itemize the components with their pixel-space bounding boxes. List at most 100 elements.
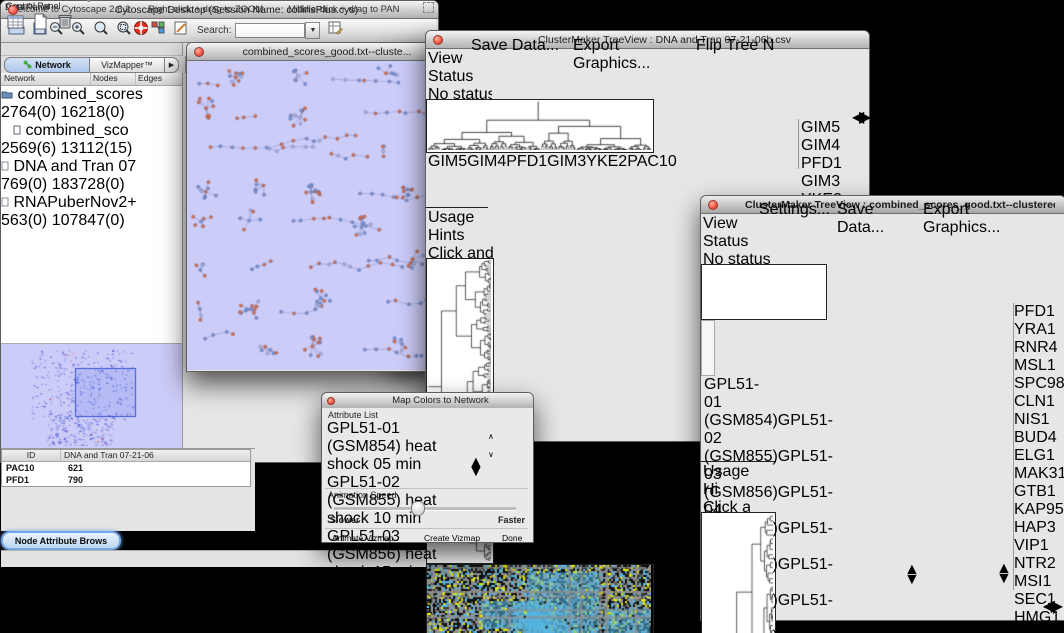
column-label[interactable]: GIM4: [467, 153, 506, 170]
column-label[interactable]: GIM5: [428, 153, 467, 170]
minimize-icon[interactable]: [22, 5, 32, 15]
annotation-icon[interactable]: [173, 20, 189, 41]
gene-label[interactable]: KAP95: [1014, 501, 1064, 519]
new-page-icon[interactable]: [33, 13, 48, 35]
gene-label[interactable]: PFD1: [801, 155, 868, 173]
scroll-down-icon[interactable]: ▼: [996, 570, 1008, 588]
gene-label[interactable]: HAP3: [1014, 519, 1064, 537]
tv1-row-labels[interactable]: GIM5GIM4PFD1GIM3YKE2PAC10: [798, 119, 868, 169]
gene-label[interactable]: HMG1: [1014, 609, 1064, 627]
tv1-column-dendrogram[interactable]: [426, 99, 654, 153]
search-dropdown-icon[interactable]: ▼: [305, 22, 320, 39]
gene-label[interactable]: NTR2: [1014, 555, 1064, 573]
gene-label[interactable]: GIM3: [801, 173, 868, 191]
gene-label[interactable]: PFD1: [1014, 303, 1064, 321]
trash-icon[interactable]: [57, 13, 73, 35]
minimize-icon[interactable]: [410, 47, 420, 57]
minimize-icon[interactable]: [208, 47, 218, 57]
help-lifering-icon[interactable]: [133, 20, 150, 41]
minimize-icon[interactable]: [338, 397, 346, 405]
search-input[interactable]: [235, 23, 305, 38]
tv2-usage-hscrollbar[interactable]: [1015, 284, 1059, 295]
move-down-button[interactable]: ∨: [488, 450, 526, 463]
export-graphics-button[interactable]: Export Graphics...: [923, 201, 1027, 218]
attribute-list-vscrollbar[interactable]: ▲ ▼: [468, 420, 479, 482]
dialog-titlebar[interactable]: Map Colors to Network: [322, 393, 533, 409]
network-graph-view[interactable]: [187, 61, 429, 370]
gene-label[interactable]: MSI1: [1014, 573, 1064, 591]
minimize-icon[interactable]: [722, 200, 732, 210]
gene-label[interactable]: SEC1: [1014, 591, 1064, 609]
save-data-button[interactable]: Save Data...: [471, 37, 563, 54]
close-icon[interactable]: [194, 47, 204, 57]
done-button[interactable]: Done: [502, 533, 529, 548]
tv1-zoom-vscrollbar[interactable]: [784, 119, 794, 167]
data-row[interactable]: PFD1 790: [2, 474, 250, 486]
gene-label[interactable]: SPC98: [1014, 375, 1064, 393]
vizmap-icon[interactable]: [150, 20, 167, 41]
attribute-list[interactable]: GPL51-01 (GSM854) heat shock 05 minGPL51…: [327, 420, 468, 482]
animate-vizmap-button[interactable]: Animate Vizmap: [332, 533, 416, 548]
zoom-window-icon[interactable]: [349, 397, 357, 405]
data-col-id[interactable]: ID: [2, 450, 61, 461]
zoom-fit-icon[interactable]: [115, 20, 133, 41]
tv2-zoom-vscrollbar[interactable]: ▲ ▼: [996, 303, 1008, 590]
tv1-usage-hscrollbar[interactable]: [792, 104, 850, 115]
minimize-icon[interactable]: [447, 35, 457, 45]
slider-thumb[interactable]: [411, 501, 425, 516]
table-icon[interactable]: [7, 14, 25, 35]
close-icon[interactable]: [396, 47, 406, 57]
scroll-down-icon[interactable]: ▼: [904, 571, 916, 589]
tv2-column-dendrogram[interactable]: [701, 264, 827, 320]
zoom-selected-icon[interactable]: [92, 20, 110, 41]
column-label[interactable]: GPL51-01 (GSM854): [704, 376, 778, 429]
settings-button[interactable]: Settings...: [759, 201, 829, 218]
tv2-heatmap-vscrollbar[interactable]: ▲ ▼: [904, 271, 916, 591]
zoom-window-icon[interactable]: [222, 47, 232, 57]
network-row-rnapuber[interactable]: RNAPuberNov2+ 563(0) 107847(0): [1, 194, 182, 230]
zoom-window-icon[interactable]: [36, 5, 46, 15]
move-up-button[interactable]: ∧: [488, 432, 526, 445]
column-label[interactable]: GIM3: [547, 153, 586, 170]
gene-label[interactable]: VIP1: [1014, 537, 1064, 555]
search-options-icon[interactable]: [327, 20, 344, 41]
gene-label[interactable]: GIM5: [801, 119, 868, 137]
gene-label[interactable]: MAK31: [1014, 465, 1064, 483]
close-icon[interactable]: [708, 200, 718, 210]
scroll-down-icon[interactable]: ▼: [468, 463, 479, 481]
tv2-column-labels[interactable]: GPL51-01 (GSM854)GPL51-02 (GSM855)GPL51-…: [701, 376, 776, 462]
column-label[interactable]: PFD1: [506, 153, 547, 170]
gene-label[interactable]: MSL1: [1014, 357, 1064, 375]
close-icon[interactable]: [433, 35, 443, 45]
network-overview[interactable]: [1, 343, 183, 448]
create-vizmap-button[interactable]: Create Vizmap: [424, 533, 496, 548]
gene-label[interactable]: YRA1: [1014, 321, 1064, 339]
animation-speed-slider[interactable]: [334, 507, 516, 511]
tv1-column-labels[interactable]: GIM5GIM4PFD1GIM3YKE2PAC10: [426, 153, 488, 208]
gene-label[interactable]: GTB1: [1014, 483, 1064, 501]
gene-label[interactable]: RNR4: [1014, 339, 1064, 357]
gene-label[interactable]: BUD4: [1014, 429, 1064, 447]
tv2-status-hscrollbar[interactable]: [703, 607, 755, 617]
zoom-window-icon[interactable]: [424, 47, 434, 57]
attribute-list-item[interactable]: GPL51-04 (GSM857) heat shock 20 min: [327, 582, 468, 633]
flip-tree-button[interactable]: Flip Tree N: [696, 37, 801, 54]
column-label[interactable]: YKE2: [586, 153, 627, 170]
gene-label[interactable]: NIS1: [1014, 411, 1064, 429]
data-col-attr[interactable]: DNA and Tran 07-21-06: [61, 450, 250, 461]
close-icon[interactable]: [8, 5, 18, 15]
close-icon[interactable]: [327, 397, 335, 405]
gene-label[interactable]: CLN1: [1014, 393, 1064, 411]
gene-label[interactable]: ELG1: [1014, 447, 1064, 465]
column-label[interactable]: PAC10: [627, 153, 677, 170]
attribute-list-item[interactable]: GPL51-01 (GSM854) heat shock 05 min: [327, 420, 468, 474]
zoom-window-icon[interactable]: [736, 200, 746, 210]
tv2-row-labels[interactable]: PFD1YRA1RNR4MSL1SPC98CLN1NIS1BUD4ELG1MAK…: [1013, 303, 1064, 590]
network-row-dna-tran[interactable]: DNA and Tran 07 769(0) 183728(0): [1, 158, 182, 194]
float-panel-icon[interactable]: [423, 2, 434, 13]
gene-label[interactable]: GIM4: [801, 137, 868, 155]
save-data-button[interactable]: Save Data...: [837, 201, 913, 218]
network-row-combined-sco[interactable]: combined_sco 2569(6) 13112(15): [1, 122, 182, 158]
network-row-combined-scores[interactable]: combined_scores 2764(0) 16218(0): [1, 86, 182, 122]
node-attribute-browser-button[interactable]: Node Attribute Brows: [1, 531, 121, 550]
